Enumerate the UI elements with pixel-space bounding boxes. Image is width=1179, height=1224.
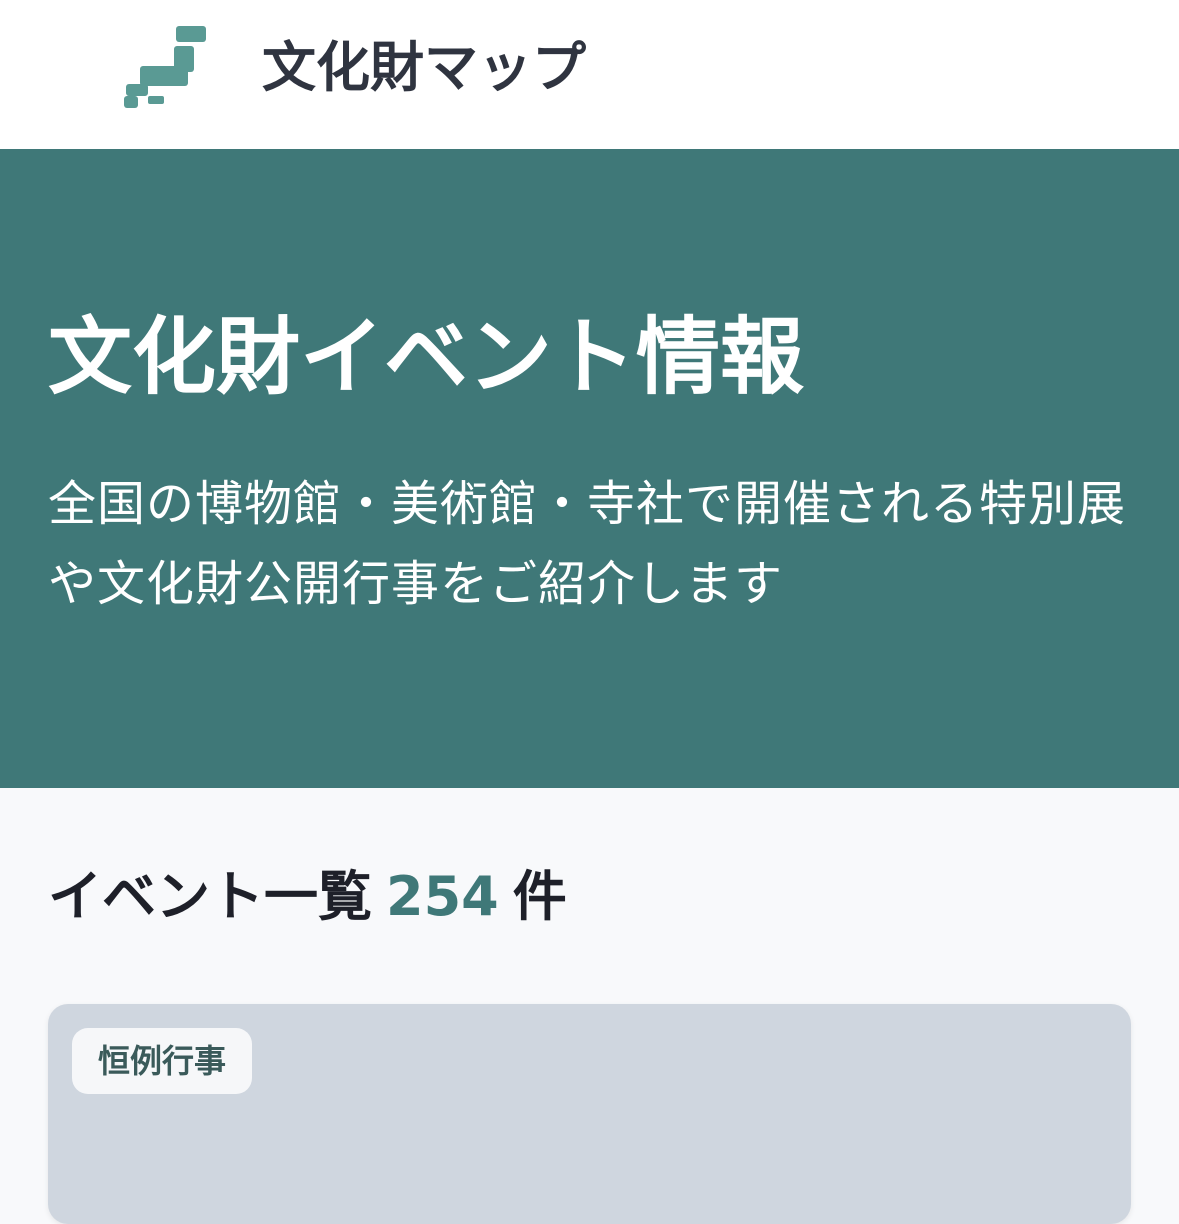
event-count-unit: 件 (512, 865, 567, 928)
hero-description: 全国の博物館・美術館・寺社で開催される特別展や文化財公開行事をご紹介します (48, 476, 1127, 612)
event-card[interactable]: 恒例行事 (48, 1004, 1131, 1224)
site-title[interactable]: 文化財マップ (262, 32, 586, 104)
event-list-title: イベント一覧 (48, 865, 372, 928)
hero-title: 文化財イベント情報 (48, 308, 805, 406)
event-category-badge: 恒例行事 (72, 1028, 253, 1094)
event-count: 254 (386, 865, 499, 928)
site-header: 文化財マップ (0, 0, 1179, 149)
hero-banner: 文化財イベント情報 全国の博物館・美術館・寺社で開催される特別展や文化財公開行事… (0, 149, 1179, 788)
event-list-heading: イベント一覧 254 件 (48, 862, 567, 932)
japan-map-icon[interactable] (118, 22, 214, 114)
